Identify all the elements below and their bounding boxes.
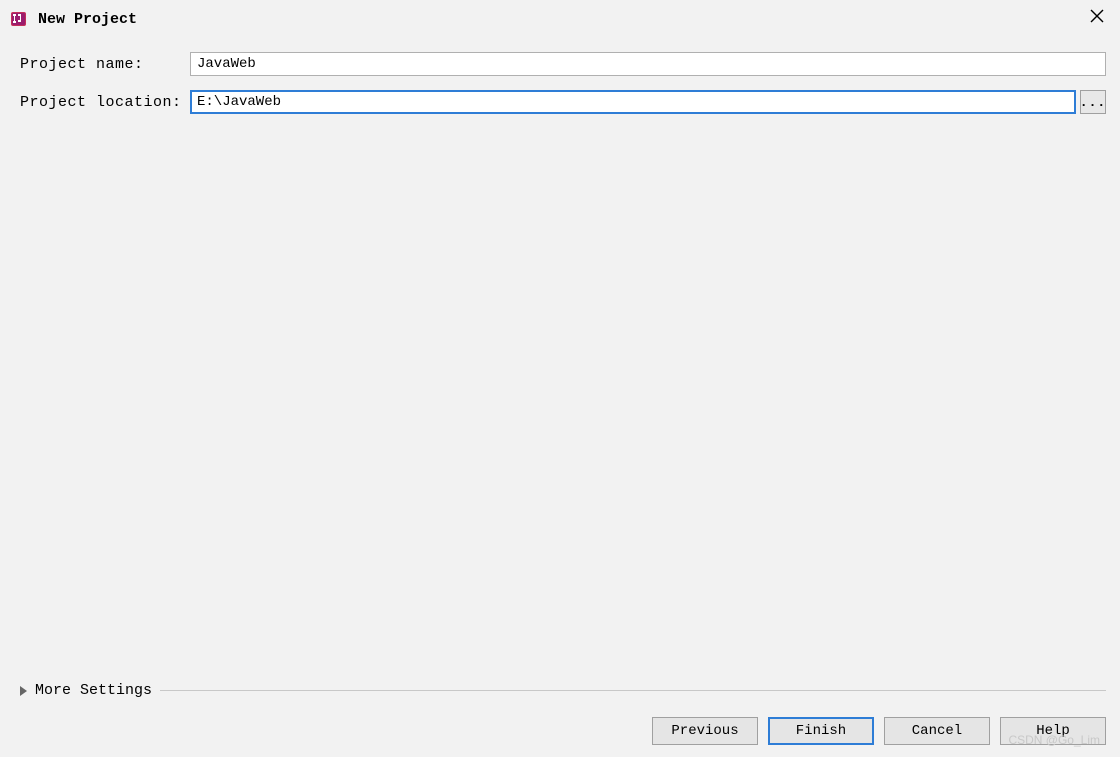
close-icon bbox=[1090, 9, 1104, 29]
ellipsis-icon: ... bbox=[1080, 95, 1106, 110]
cancel-button[interactable]: Cancel bbox=[884, 717, 990, 745]
project-location-input[interactable] bbox=[190, 90, 1076, 114]
project-location-label: Project location: bbox=[20, 94, 190, 111]
more-settings-label: More Settings bbox=[35, 682, 152, 699]
window-title: New Project bbox=[38, 11, 1084, 28]
project-name-row: Project name: bbox=[20, 52, 1106, 76]
finish-button[interactable]: Finish bbox=[768, 717, 874, 745]
project-location-row: Project location: ... bbox=[20, 90, 1106, 114]
intellij-icon bbox=[10, 10, 28, 28]
button-bar: Previous Finish Cancel Help bbox=[652, 717, 1106, 745]
previous-button[interactable]: Previous bbox=[652, 717, 758, 745]
project-name-label: Project name: bbox=[20, 56, 190, 73]
dialog-content: Project name: Project location: ... bbox=[0, 34, 1120, 114]
project-name-input[interactable] bbox=[190, 52, 1106, 76]
close-button[interactable] bbox=[1084, 6, 1110, 32]
divider bbox=[160, 690, 1106, 691]
titlebar: New Project bbox=[0, 0, 1120, 34]
browse-button[interactable]: ... bbox=[1080, 90, 1106, 114]
help-button[interactable]: Help bbox=[1000, 717, 1106, 745]
more-settings-toggle[interactable]: More Settings bbox=[20, 682, 1106, 699]
chevron-right-icon bbox=[20, 686, 27, 696]
